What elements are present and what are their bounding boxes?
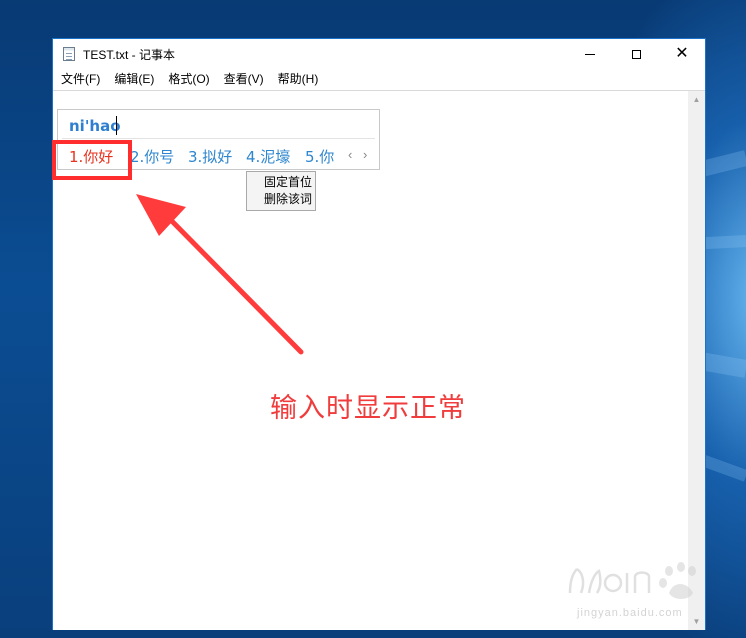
- annotation-caption: 输入时显示正常: [270, 393, 466, 424]
- text-caret: [116, 116, 117, 135]
- chevron-right-icon[interactable]: ›: [363, 147, 367, 162]
- close-icon: ✕: [675, 45, 689, 62]
- vertical-scrollbar[interactable]: ▲ ▼: [688, 91, 705, 630]
- watermark-url: jingyan.baidu.com: [577, 607, 683, 619]
- ime-divider: [62, 138, 375, 139]
- baidu-jingyan-watermark: jingyan.baidu.com: [565, 555, 715, 625]
- window-title: TEST.txt - 记事本: [83, 48, 176, 62]
- menu-help[interactable]: 帮助(H): [271, 69, 326, 89]
- baidu-logo-icon: [568, 562, 696, 599]
- close-button[interactable]: ✕: [659, 39, 705, 69]
- menu-view[interactable]: 查看(V): [217, 69, 271, 89]
- scroll-up-icon[interactable]: ▲: [688, 91, 705, 108]
- chevron-left-icon[interactable]: ‹: [348, 147, 352, 162]
- menu-format[interactable]: 格式(O): [161, 69, 216, 89]
- menu-file[interactable]: 文件(F): [53, 69, 107, 89]
- ime-candidate-5[interactable]: 5.你: [305, 146, 334, 167]
- text-editor-area[interactable]: ni'hao 1.你好 2.你号 3.拟好 4.泥壕 5.你 ‹ › 固定首位 …: [53, 90, 705, 630]
- maximize-icon: [631, 49, 641, 59]
- candidate-context-menu: 固定首位 删除该词: [246, 171, 316, 211]
- ctx-pin-first[interactable]: 固定首位: [247, 174, 315, 191]
- ime-candidate-3[interactable]: 3.拟好: [188, 146, 232, 167]
- notepad-window: TEST.txt - 记事本 ✕ 文件(F) 编辑(E) 格式(O) 查看(V)…: [52, 38, 706, 630]
- notepad-icon[interactable]: [63, 47, 75, 61]
- menu-bar: 文件(F) 编辑(E) 格式(O) 查看(V) 帮助(H): [53, 69, 705, 89]
- ime-composition-text: ni'hao: [69, 117, 121, 135]
- minimize-button[interactable]: [567, 39, 613, 69]
- ime-candidate-4[interactable]: 4.泥壕: [246, 146, 290, 167]
- annotation-highlight-box: [52, 140, 132, 180]
- minimize-icon: [585, 53, 595, 55]
- title-bar[interactable]: TEST.txt - 记事本 ✕: [53, 39, 705, 69]
- ime-candidate-2[interactable]: 2.你号: [130, 146, 174, 167]
- maximize-button[interactable]: [613, 39, 659, 69]
- menu-edit[interactable]: 编辑(E): [107, 69, 161, 89]
- ctx-delete-word[interactable]: 删除该词: [247, 191, 315, 208]
